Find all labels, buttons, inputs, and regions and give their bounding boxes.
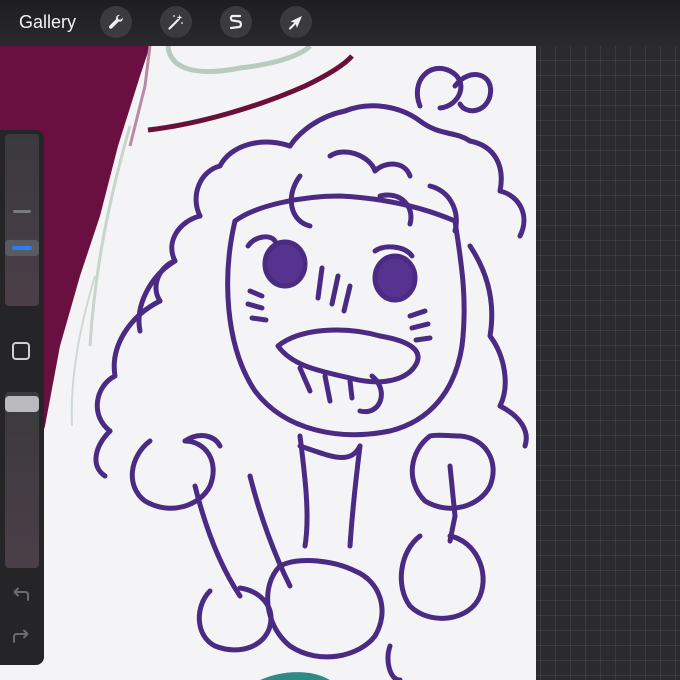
modify-square-button[interactable] xyxy=(12,342,30,360)
redo-button[interactable] xyxy=(10,628,32,651)
sketch-artwork xyxy=(0,46,529,680)
gallery-button[interactable]: Gallery xyxy=(19,12,76,33)
opacity-slider[interactable] xyxy=(5,392,39,568)
left-sidebar xyxy=(0,130,44,665)
selection-s-icon xyxy=(229,14,242,30)
actions-button[interactable] xyxy=(100,6,132,38)
opacity-handle[interactable] xyxy=(5,396,39,412)
adjustments-button[interactable] xyxy=(160,6,192,38)
active-indicator xyxy=(12,246,32,250)
selection-button[interactable] xyxy=(220,6,252,38)
wrench-icon xyxy=(108,14,123,29)
slider-tick xyxy=(13,210,31,213)
magic-wand-icon xyxy=(168,14,183,30)
drawing-canvas[interactable] xyxy=(0,46,536,680)
undo-button[interactable] xyxy=(10,586,32,609)
top-toolbar: Gallery xyxy=(0,0,680,46)
transform-button[interactable] xyxy=(280,6,312,38)
brush-size-handle[interactable] xyxy=(5,240,39,256)
undo-arrow-icon xyxy=(13,587,29,601)
arrow-cursor-icon xyxy=(289,16,302,30)
brush-size-slider[interactable] xyxy=(5,134,39,306)
redo-arrow-icon xyxy=(13,629,29,643)
